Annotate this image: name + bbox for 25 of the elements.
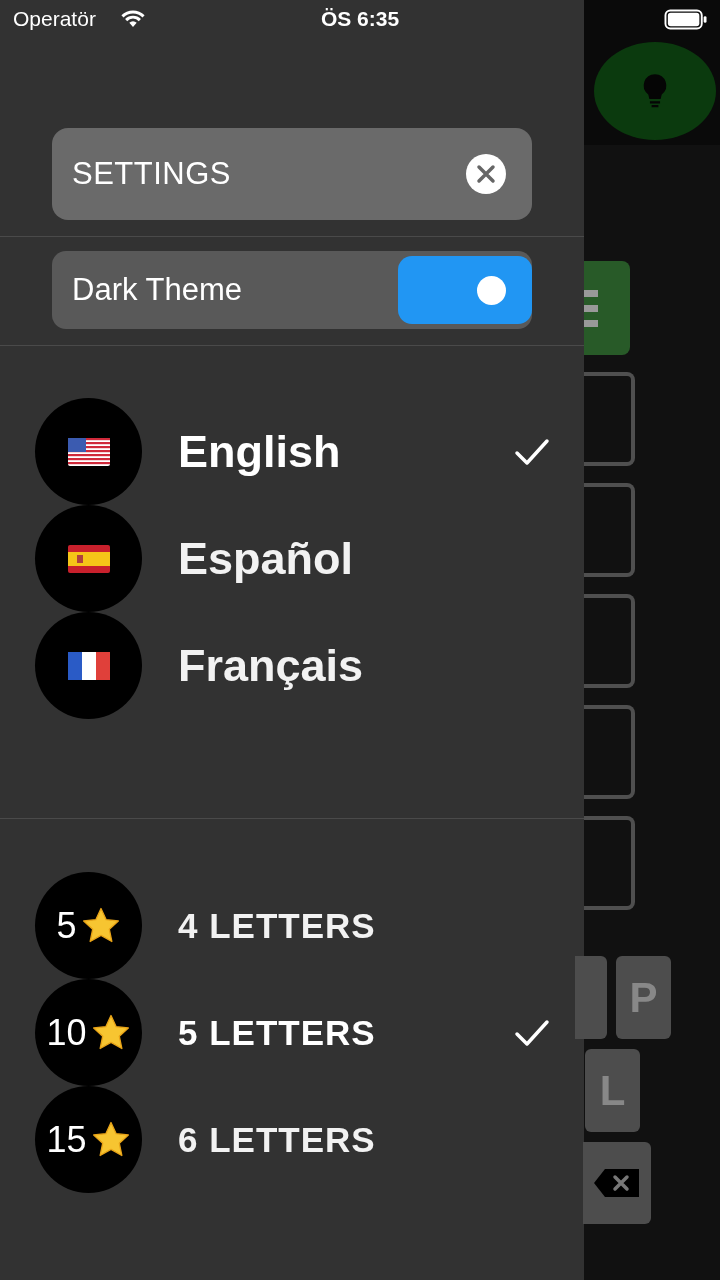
- points-count: 10: [46, 1011, 87, 1054]
- theme-toggle[interactable]: [398, 256, 532, 324]
- points-count: 5: [56, 904, 77, 947]
- backspace-key[interactable]: [583, 1142, 651, 1224]
- language-option[interactable]: Español: [178, 532, 550, 585]
- level-option[interactable]: 5 LETTERS: [178, 1012, 514, 1053]
- settings-title: SETTINGS: [72, 156, 231, 192]
- language-option[interactable]: Français: [178, 639, 550, 692]
- lightbulb-icon: [641, 73, 669, 109]
- checkmark-icon: [514, 1017, 550, 1048]
- checkmark-icon: [514, 436, 550, 467]
- flag-icon: [67, 437, 110, 466]
- backspace-icon: [593, 1168, 641, 1198]
- status-time: ÖS 6:35: [319, 7, 401, 31]
- level-option[interactable]: 6 LETTERS: [178, 1119, 550, 1160]
- flag-icon: [67, 651, 110, 680]
- language-option[interactable]: English: [178, 425, 514, 478]
- level-option[interactable]: 4 LETTERS: [178, 905, 550, 946]
- flag-icon: [67, 544, 110, 573]
- theme-label: Dark Theme: [72, 272, 242, 308]
- wifi-icon: [120, 9, 146, 28]
- carrier-name: Operatör: [13, 7, 96, 31]
- close-icon[interactable]: [466, 154, 506, 194]
- battery-icon: [664, 9, 708, 30]
- points-count: 15: [46, 1118, 87, 1161]
